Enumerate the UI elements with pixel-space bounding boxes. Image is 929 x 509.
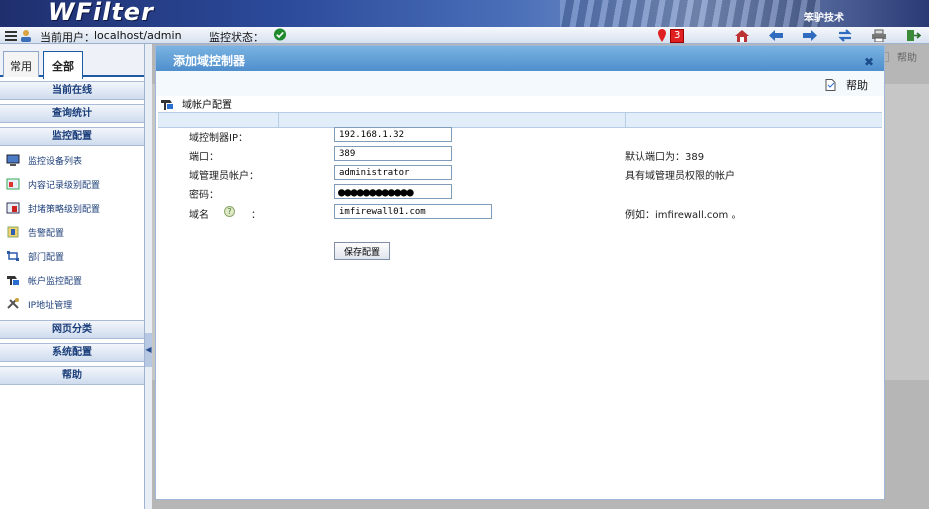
save-config-button[interactable]: 保存配置	[334, 242, 390, 260]
section-online[interactable]: 当前在线	[0, 81, 144, 100]
sidebar-item-label: 封堵策略级别配置	[28, 204, 101, 215]
dialog-title: 添加域控制器	[173, 54, 246, 68]
section-query-stats[interactable]: 查询统计	[0, 104, 144, 123]
logout-icon[interactable]	[905, 29, 921, 42]
domain-label: 域名	[189, 210, 209, 221]
department-icon	[7, 251, 19, 261]
sidebar: 常用 全部 当前在线 查询统计 监控配置 监控设备列表 内容记录级别配置 封堵策…	[0, 44, 145, 509]
user-icon	[21, 30, 31, 42]
domain-hint: 例如：imfirewall.com 。	[625, 210, 742, 221]
domain-colon: ：	[251, 210, 261, 221]
home-icon[interactable]	[734, 29, 750, 42]
ip-label: 域控制器IP：	[189, 133, 248, 144]
sidebar-item-label: 帐户监控配置	[28, 276, 83, 287]
add-domain-controller-dialog: 添加域控制器 ✖ 帮助 域帐户配置 域控制器IP： 端口： 默认端口为：389 …	[155, 45, 885, 500]
sidebar-item-label: 告警配置	[28, 228, 65, 239]
form-body: 域控制器IP： 端口： 默认端口为：389 域管理员帐户： 具有域管理员权限的帐…	[156, 126, 886, 266]
sidebar-item-ip-management[interactable]: IP地址管理	[0, 292, 144, 316]
sidebar-item-content-level[interactable]: 内容记录级别配置	[0, 172, 144, 196]
header-decoration	[560, 0, 820, 27]
alert-count-badge[interactable]: 3	[670, 29, 685, 43]
section-title: 域帐户配置	[156, 96, 884, 112]
password-label: 密码：	[189, 190, 219, 201]
sidebar-collapse-handle[interactable]: ◀	[145, 333, 152, 367]
sidebar-item-account-monitor[interactable]: 帐户监控配置	[0, 268, 144, 292]
port-input[interactable]	[334, 146, 452, 161]
alert-config-icon	[7, 226, 19, 238]
port-label: 端口：	[189, 152, 219, 163]
sidebar-tabs: 常用 全部	[0, 44, 144, 79]
help-document-icon	[825, 79, 836, 91]
sidebar-item-block-policy[interactable]: 封堵策略级别配置	[0, 196, 144, 220]
content-record-icon	[6, 178, 20, 190]
account-monitor-icon	[7, 276, 19, 285]
status-bar: 当前用户： localhost/admin 监控状态： 3	[0, 27, 929, 44]
status-ok-icon	[273, 28, 287, 41]
form-row-password: 密码：	[156, 183, 886, 202]
section-system-config[interactable]: 系统配置	[0, 343, 144, 362]
block-policy-icon	[6, 202, 20, 214]
admin-hint: 具有域管理员权限的帐户	[625, 171, 735, 182]
sidebar-item-department-config[interactable]: 部门配置	[0, 244, 144, 268]
forward-arrow-icon[interactable]	[802, 29, 818, 42]
print-icon[interactable]	[871, 29, 887, 42]
ip-input[interactable]	[334, 127, 452, 142]
tools-icon	[7, 298, 19, 309]
sidebar-item-alert-config[interactable]: 告警配置	[0, 220, 144, 244]
alert-pin-icon[interactable]	[657, 29, 667, 42]
form-row-domain: 域名 ? ： 例如：imfirewall.com 。	[156, 203, 886, 222]
column-divider	[625, 113, 626, 127]
background-help-label: 帮助	[897, 53, 917, 64]
back-arrow-icon[interactable]	[768, 29, 784, 42]
form-row-port: 端口： 默认端口为：389	[156, 145, 886, 164]
refresh-icon[interactable]	[837, 29, 853, 42]
password-input[interactable]	[334, 184, 452, 199]
monitor-list-icon	[6, 154, 20, 166]
domain-input[interactable]	[334, 204, 492, 219]
current-user-value: localhost/admin	[94, 29, 182, 42]
tab-common[interactable]: 常用	[3, 51, 39, 77]
section-web-category[interactable]: 网页分类	[0, 320, 144, 339]
section-title-label: 域帐户配置	[182, 100, 232, 111]
current-user-label: 当前用户：	[40, 31, 95, 44]
sidebar-item-label: IP地址管理	[28, 300, 73, 311]
section-monitor-config[interactable]: 监控配置	[0, 127, 144, 146]
sidebar-item-label: 内容记录级别配置	[28, 180, 101, 191]
menu-icon[interactable]	[4, 29, 18, 42]
app-logo: WFilter	[48, 0, 154, 26]
admin-label: 域管理员帐户：	[189, 171, 259, 182]
domain-account-icon	[161, 100, 173, 110]
column-divider	[278, 113, 279, 127]
admin-input[interactable]	[334, 165, 452, 180]
tab-all[interactable]: 全部	[43, 51, 83, 79]
form-row-ip: 域控制器IP：	[156, 126, 886, 145]
close-icon[interactable]: ✖	[864, 55, 874, 69]
help-question-icon[interactable]: ?	[224, 206, 235, 217]
app-header: WFilter 笨驴技术	[0, 0, 929, 27]
company-name: 笨驴技术	[804, 13, 844, 24]
sidebar-item-device-list[interactable]: 监控设备列表	[0, 148, 144, 172]
port-hint: 默认端口为：389	[625, 152, 705, 163]
section-help[interactable]: 帮助	[0, 366, 144, 385]
dialog-header: 添加域控制器 ✖	[156, 46, 884, 71]
sidebar-item-label: 部门配置	[28, 252, 65, 263]
sidebar-item-label: 监控设备列表	[28, 156, 83, 167]
monitor-status-label: 监控状态：	[209, 31, 264, 44]
help-button[interactable]: 帮助	[825, 77, 868, 93]
help-label: 帮助	[846, 79, 868, 92]
background-help-link: 帮助	[880, 49, 917, 64]
dialog-toolbar: 帮助	[156, 71, 884, 96]
form-row-admin: 域管理员帐户： 具有域管理员权限的帐户	[156, 164, 886, 183]
